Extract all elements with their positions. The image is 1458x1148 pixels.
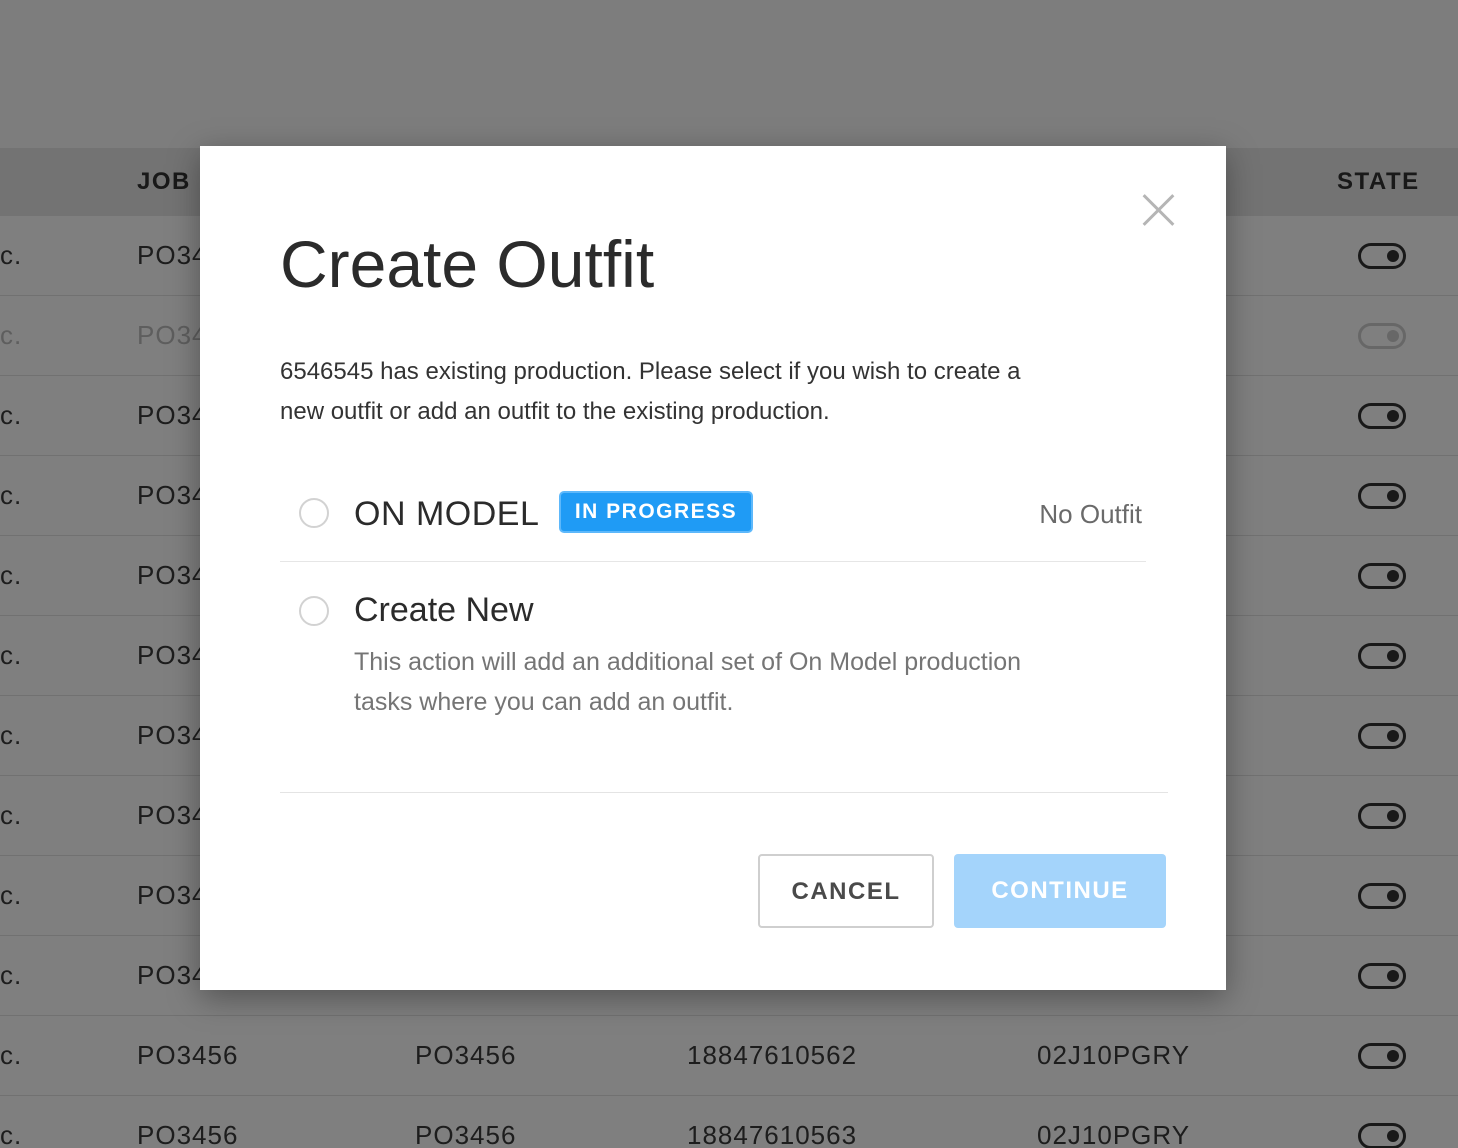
continue-button[interactable]: CONTINUE bbox=[954, 854, 1166, 928]
outfit-status: No Outfit bbox=[1039, 499, 1142, 529]
create-outfit-dialog: Create Outfit 6546545 has existing produ… bbox=[200, 146, 1226, 990]
option-description: This action will add an additional set o… bbox=[354, 648, 1022, 716]
option-create-new[interactable]: Create New This action will add an addit… bbox=[280, 586, 1146, 736]
radio-create-new[interactable] bbox=[299, 596, 329, 626]
option-label: ON MODEL bbox=[354, 495, 540, 533]
close-icon[interactable] bbox=[1140, 192, 1176, 228]
dialog-title: Create Outfit bbox=[280, 227, 655, 301]
option-on-model[interactable]: ON MODEL IN PROGRESS No Outfit bbox=[280, 486, 1146, 562]
cancel-button[interactable]: CANCEL bbox=[758, 854, 934, 928]
option-label: Create New bbox=[354, 591, 534, 629]
divider bbox=[280, 792, 1168, 793]
radio-on-model[interactable] bbox=[299, 498, 329, 528]
dialog-description: 6546545 has existing production. Please … bbox=[280, 358, 1021, 425]
page: JOB STATE c.PO34c.PO34c.PO34c.PO34c.PO34… bbox=[0, 0, 1458, 1148]
status-badge: IN PROGRESS bbox=[559, 491, 753, 533]
